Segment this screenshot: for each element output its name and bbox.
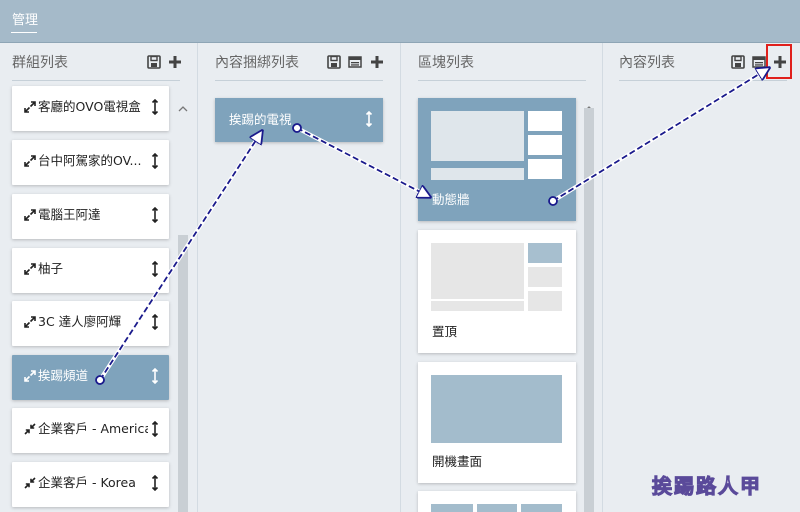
block-card-boot-screen[interactable]: 開機畫面 xyxy=(418,362,576,483)
drag-handle-icon[interactable] xyxy=(151,368,159,384)
group-card[interactable]: 3C 達人廖阿輝 xyxy=(12,301,169,346)
groups-scroll-up-icon[interactable] xyxy=(178,98,188,112)
block-card-pinned[interactable]: 置頂 xyxy=(418,230,576,353)
blocks-column-title: 區塊列表 xyxy=(418,55,474,71)
block-card-label: 置頂 xyxy=(432,324,458,339)
block-card-partial[interactable] xyxy=(418,491,576,512)
layout-preview-side xyxy=(528,291,562,311)
block-card-dynamic-wall[interactable]: 動態牆 xyxy=(418,98,576,221)
list-icon[interactable] xyxy=(752,55,766,69)
group-card[interactable]: 企業客戶 - Korea xyxy=(12,462,169,507)
drag-handle-icon[interactable] xyxy=(151,421,159,437)
top-bar: 管理 xyxy=(0,0,800,43)
layout-preview-side xyxy=(528,111,562,131)
drag-handle-icon[interactable] xyxy=(151,475,159,491)
save-icon[interactable] xyxy=(147,55,161,69)
binding-card-selected[interactable]: 挨踢的電視 xyxy=(215,98,383,142)
layout-preview-side xyxy=(528,159,562,179)
highlight-box xyxy=(766,44,792,79)
expand-icon[interactable] xyxy=(24,263,36,275)
watermark: 挨踢路人甲 xyxy=(652,474,762,499)
group-card-label: 挨踢頻道 xyxy=(38,368,89,383)
add-group-icon[interactable] xyxy=(168,55,182,69)
app-window: 管理 群組列表 客廳的OVO電視盒 台中阿駕家的OV... 電腦王阿達柚子 3C 達人… xyxy=(0,0,800,512)
groups-title-rule xyxy=(12,80,180,81)
layout-preview-cell xyxy=(477,504,517,512)
tab-manage[interactable]: 管理 xyxy=(12,13,38,29)
expand-icon[interactable] xyxy=(24,155,36,167)
expand-icon[interactable] xyxy=(24,370,36,382)
list-icon[interactable] xyxy=(348,55,362,69)
layout-preview-main xyxy=(431,243,524,299)
group-card-label: 企業客戶 - America xyxy=(38,421,148,436)
block-card-label: 動態牆 xyxy=(432,192,470,207)
content-column-title: 內容列表 xyxy=(619,55,675,71)
column-divider xyxy=(197,43,198,512)
blocks-scroll-up-icon[interactable] xyxy=(584,98,594,112)
layout-preview-cell xyxy=(521,504,562,512)
group-card-label: 企業客戶 - Korea xyxy=(38,475,136,490)
group-card[interactable]: 電腦王阿達 xyxy=(12,194,169,239)
expand-icon[interactable] xyxy=(24,209,36,221)
content-title-rule xyxy=(619,80,787,81)
group-card-label: 柚子 xyxy=(38,261,64,276)
blocks-title-rule xyxy=(418,80,586,81)
compress-icon[interactable] xyxy=(24,477,36,489)
layout-preview-side xyxy=(528,267,562,287)
drag-handle-icon[interactable] xyxy=(151,261,159,277)
expand-icon[interactable] xyxy=(24,316,36,328)
column-divider xyxy=(602,43,603,512)
compress-icon[interactable] xyxy=(24,423,36,435)
group-card-label: 台中阿駕家的OV... xyxy=(38,153,142,168)
group-card-label: 3C 達人廖阿輝 xyxy=(38,314,122,329)
layout-preview-full xyxy=(431,375,562,443)
layout-preview-bar xyxy=(431,168,524,180)
drag-handle-icon[interactable] xyxy=(151,207,159,223)
block-card-label: 開機畫面 xyxy=(432,454,483,469)
groups-scrollbar-thumb[interactable] xyxy=(178,235,188,512)
group-card[interactable]: 客廳的OVO電視盒 xyxy=(12,86,169,131)
drag-handle-icon[interactable] xyxy=(365,110,373,128)
layout-preview-main xyxy=(431,111,524,161)
binding-card-label: 挨踢的電視 xyxy=(229,112,292,127)
group-card[interactable]: 台中阿駕家的OV... xyxy=(12,140,169,185)
save-icon[interactable] xyxy=(327,55,341,69)
layout-preview-cell xyxy=(431,504,473,512)
groups-column-title: 群組列表 xyxy=(12,55,68,71)
tab-active-indicator xyxy=(11,32,37,33)
group-card[interactable]: 企業客戶 - America xyxy=(12,408,169,453)
expand-icon[interactable] xyxy=(24,101,36,113)
drag-handle-icon[interactable] xyxy=(151,153,159,169)
drag-handle-icon[interactable] xyxy=(151,314,159,330)
add-binding-icon[interactable] xyxy=(370,55,384,69)
save-icon[interactable] xyxy=(731,55,745,69)
group-card[interactable]: 柚子 xyxy=(12,248,169,293)
drag-handle-icon[interactable] xyxy=(151,99,159,115)
blocks-scrollbar-thumb[interactable] xyxy=(584,108,594,512)
group-card-label: 電腦王阿達 xyxy=(38,207,101,222)
layout-preview-side xyxy=(528,135,562,155)
layout-preview-bar xyxy=(431,301,524,311)
layout-preview-side xyxy=(528,243,562,263)
bindings-title-rule xyxy=(215,80,383,81)
group-card[interactable]: 挨踢頻道 xyxy=(12,355,169,400)
column-divider xyxy=(400,43,401,512)
bindings-column-title: 內容捆綁列表 xyxy=(215,55,299,71)
group-card-label: 客廳的OVO電視盒 xyxy=(38,99,141,114)
